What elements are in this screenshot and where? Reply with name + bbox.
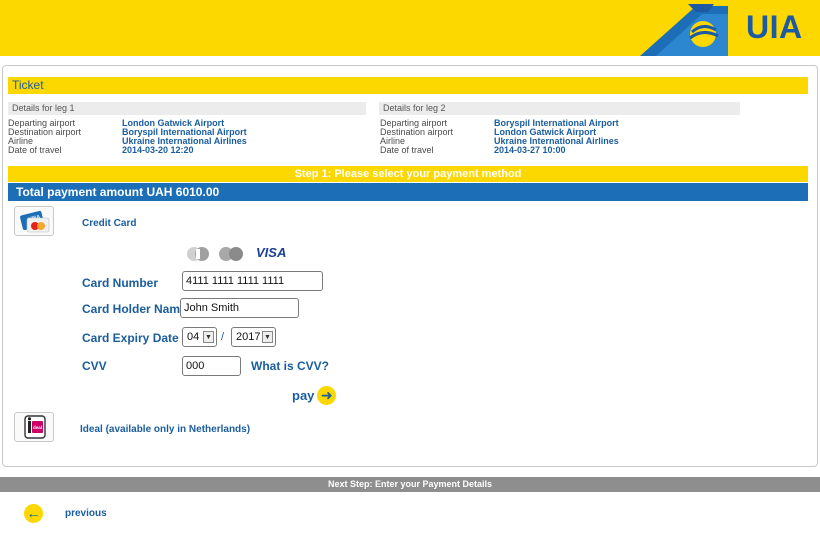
cvv-input[interactable]: 000 (182, 356, 241, 376)
leg2-details: Departing airport Boryspil International … (380, 119, 619, 155)
arrow-left-icon: ← (24, 503, 43, 523)
cvv-label: CVV (82, 359, 107, 373)
uia-logo-icon (640, 4, 728, 56)
leg1-date-value: 2014-03-20 12:20 (122, 145, 194, 155)
expiry-month-value: 04 (187, 331, 200, 343)
chevron-down-icon[interactable]: ▼ (203, 331, 214, 343)
expiry-month-select[interactable]: 04 ▼ (182, 327, 217, 347)
card-number-label: Card Number (82, 276, 159, 290)
brand-logo-text: UIA (746, 9, 803, 45)
pay-button-label: pay (292, 387, 315, 403)
chevron-down-icon[interactable]: ▼ (262, 331, 273, 343)
ideal-label[interactable]: Ideal (available only in Netherlands) (80, 424, 250, 435)
ideal-icon: deal (24, 415, 46, 439)
leg2-heading: Details for leg 2 (379, 102, 740, 115)
what-is-cvv-link[interactable]: What is CVV? (251, 359, 329, 373)
leg2-row: Date of travel 2014-03-27 10:00 (380, 146, 619, 155)
credit-card-icon: VISA (20, 210, 50, 233)
leg1-date-label: Date of travel (8, 145, 62, 155)
top-header: UIA (0, 0, 820, 56)
card-expiry-label: Card Expiry Date (82, 331, 179, 345)
leg1-heading: Details for leg 1 (8, 102, 366, 115)
visa-logo-text: VISA (256, 245, 287, 260)
card-number-input[interactable]: 4111 1111 1111 1111 (182, 271, 323, 291)
step-title: Step 1: Please select your payment metho… (8, 166, 808, 182)
card-holder-input[interactable]: John Smith (180, 298, 299, 318)
ticket-section-title: Ticket (8, 77, 808, 94)
arrow-right-icon: ➜ (317, 385, 337, 405)
leg1-details: Departing airport London Gatwick Airport … (8, 119, 247, 155)
card-holder-label: Card Holder Name (82, 302, 187, 316)
expiry-separator: / (221, 331, 225, 343)
total-amount: Total payment amount UAH 6010.00 (8, 183, 808, 201)
pay-button[interactable]: pay ➜ (292, 385, 337, 405)
leg1-row: Date of travel 2014-03-20 12:20 (8, 146, 247, 155)
svg-text:deal: deal (33, 425, 42, 430)
card-brands-icon (187, 247, 243, 261)
previous-button-label: previous (65, 507, 107, 519)
expiry-year-select[interactable]: 2017 ▼ (231, 327, 276, 347)
credit-card-option[interactable]: VISA (14, 206, 54, 236)
leg2-date-value: 2014-03-27 10:00 (494, 145, 566, 155)
expiry-year-value: 2017 (236, 331, 261, 343)
leg2-date-label: Date of travel (380, 145, 434, 155)
previous-button[interactable]: ← previous (24, 503, 107, 523)
next-step-bar: Next Step: Enter your Payment Details (0, 477, 820, 492)
ideal-option[interactable]: deal (14, 412, 54, 442)
credit-card-label[interactable]: Credit Card (82, 218, 136, 229)
